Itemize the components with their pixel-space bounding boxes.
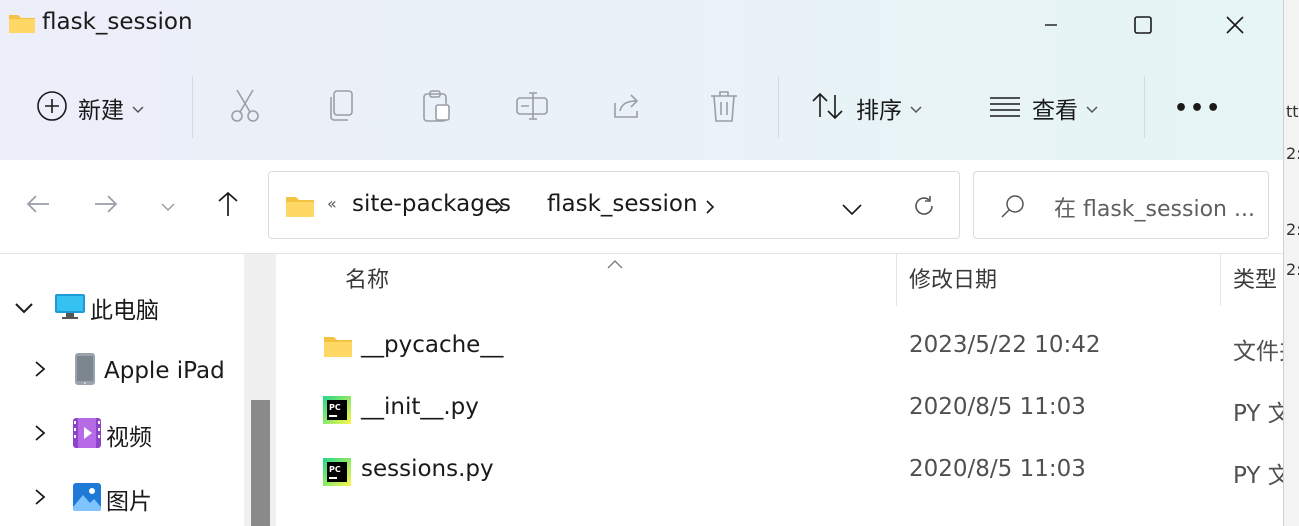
file-explorer-window: flask_session 新建 排序 查看 ••• « site-packag… (0, 0, 1283, 526)
share-button[interactable] (612, 84, 644, 132)
file-type: PY 文件 (1233, 401, 1283, 427)
arrow-up-icon (216, 190, 240, 222)
view-button-label: 查看 (1032, 98, 1078, 124)
toolbar-divider (1144, 76, 1145, 138)
ipad-icon (74, 352, 96, 390)
pycharm-file-icon: PC (323, 396, 351, 428)
paste-button[interactable] (421, 84, 453, 132)
forward-button[interactable] (88, 188, 124, 224)
file-name: sessions.py (361, 456, 494, 482)
chevron-down-icon (132, 99, 144, 118)
copy-icon (326, 89, 356, 127)
delete-button[interactable] (708, 84, 740, 132)
breadcrumb-flask-session[interactable]: flask_session (547, 191, 698, 217)
sidebar-item-videos[interactable]: 视频 (34, 415, 152, 455)
chevron-right-icon[interactable] (34, 488, 46, 510)
sidebar-item-label: 此电脑 (90, 298, 159, 324)
file-date-modified: 2020/8/5 11:03 (909, 394, 1086, 420)
pycharm-file-icon: PC (323, 458, 351, 490)
sort-ascending-indicator-icon (607, 254, 623, 273)
address-history-chevron-icon[interactable] (842, 200, 862, 219)
column-header-name[interactable]: 名称 (345, 262, 389, 294)
sidebar-item-pictures[interactable]: 图片 (34, 479, 152, 519)
toolbar-divider (192, 76, 193, 138)
svg-text:PC: PC (329, 465, 341, 474)
arrow-right-icon (93, 193, 119, 219)
more-options-button[interactable]: ••• (1174, 84, 1222, 132)
recent-locations-button[interactable] (150, 188, 186, 224)
search-placeholder: 在 flask_session ... (1054, 197, 1255, 222)
window-title: flask_session (42, 9, 193, 35)
folder-icon (323, 334, 353, 362)
folder-icon (285, 194, 315, 222)
file-date-modified: 2020/8/5 11:03 (909, 456, 1086, 482)
file-row[interactable]: PC __init__.py 2020/8/5 11:03 PY 文件 (281, 382, 1283, 440)
column-divider[interactable] (896, 254, 897, 306)
chevron-right-icon[interactable] (34, 424, 46, 446)
chevron-down-icon (161, 197, 175, 216)
back-button[interactable] (20, 188, 56, 224)
sort-arrows-icon (810, 91, 846, 125)
view-lines-icon (988, 95, 1022, 121)
file-row[interactable]: __pycache__ 2023/5/22 10:42 文件夹 (281, 320, 1283, 378)
new-button-label: 新建 (78, 98, 124, 124)
breadcrumb-site-packages[interactable]: site-packages (352, 191, 511, 217)
file-type: PY 文件 (1233, 463, 1283, 489)
scissors-icon (229, 88, 261, 128)
background-window-text: tt (1286, 102, 1299, 121)
clipboard-icon (421, 89, 453, 127)
scrollbar-thumb[interactable] (251, 400, 270, 526)
new-button[interactable]: 新建 (36, 84, 144, 132)
pictures-folder-icon (72, 482, 102, 516)
svg-text:PC: PC (329, 403, 341, 412)
toolbar-divider (778, 76, 779, 138)
sidebar-item-label: 视频 (106, 425, 152, 451)
column-divider[interactable] (1220, 254, 1221, 306)
sidebar-item-this-pc[interactable]: 此电脑 (14, 288, 159, 328)
background-window-text: 2: (1286, 144, 1299, 163)
file-row[interactable]: PC sessions.py 2020/8/5 11:03 PY 文件 (281, 444, 1283, 502)
close-button[interactable] (1212, 0, 1258, 50)
chevron-down-icon (1086, 99, 1098, 118)
file-name: __init__.py (361, 394, 479, 420)
maximize-button[interactable] (1120, 0, 1166, 50)
search-icon (1000, 194, 1026, 224)
share-icon (612, 91, 644, 125)
arrow-left-icon (25, 193, 51, 219)
background-window-text: 2: (1286, 220, 1299, 239)
copy-button[interactable] (326, 84, 356, 132)
file-type: 文件夹 (1233, 339, 1283, 365)
background-window-text: 2: (1286, 260, 1299, 279)
chevron-down-icon (910, 99, 922, 118)
chevron-right-icon[interactable] (34, 360, 46, 382)
sidebar-item-apple-ipad[interactable]: Apple iPad (34, 351, 225, 391)
chevron-right-icon[interactable] (706, 199, 715, 218)
column-header-type[interactable]: 类型 (1233, 262, 1277, 294)
up-button[interactable] (210, 188, 246, 224)
file-name: __pycache__ (361, 332, 504, 358)
video-folder-icon (72, 417, 102, 453)
chevron-right-icon[interactable] (495, 199, 504, 218)
sort-button[interactable]: 排序 (810, 84, 922, 132)
background-window-edge: tt 2: 2: 2: (1283, 0, 1299, 526)
plus-circle-icon (36, 90, 68, 126)
view-button[interactable]: 查看 (988, 84, 1098, 132)
chevron-down-icon[interactable] (14, 299, 34, 318)
rename-button[interactable] (515, 84, 549, 132)
sidebar-item-label: 图片 (106, 489, 152, 515)
folder-icon (8, 12, 36, 38)
address-bar[interactable]: « site-packages flask_session (268, 171, 960, 239)
rename-icon (515, 91, 549, 125)
file-date-modified: 2023/5/22 10:42 (909, 332, 1101, 358)
search-box[interactable]: 在 flask_session ... (973, 171, 1269, 239)
column-header-date-modified[interactable]: 修改日期 (909, 262, 997, 294)
refresh-icon[interactable] (912, 194, 936, 222)
cut-button[interactable] (229, 84, 261, 132)
computer-icon (54, 292, 86, 324)
breadcrumb-overflow[interactable]: « (327, 194, 337, 213)
minimize-button[interactable] (1028, 0, 1074, 50)
sidebar-item-label: Apple iPad (104, 358, 225, 384)
sort-button-label: 排序 (856, 98, 902, 124)
trash-icon (708, 89, 740, 127)
